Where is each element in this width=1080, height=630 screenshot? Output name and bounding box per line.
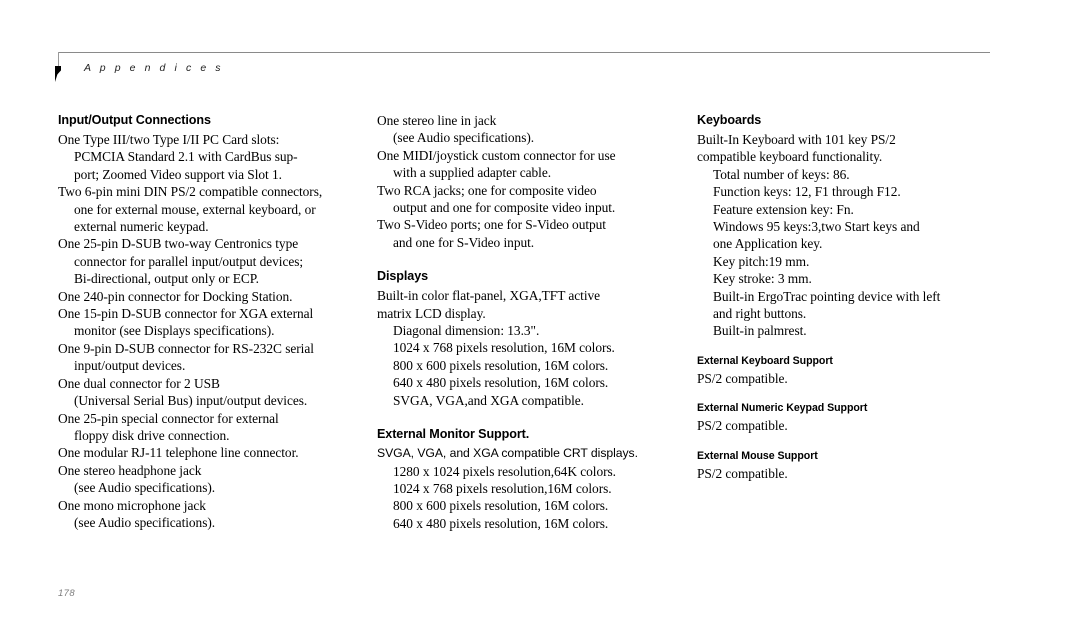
body-line: one Application key.	[713, 236, 823, 252]
body-line: Two 6-pin mini DIN PS/2 compatible conne…	[58, 184, 323, 200]
body-line: One mono microphone jack	[58, 497, 206, 513]
body-line: with a supplied adapter cable.	[393, 165, 552, 181]
body-line: Windows 95 keys:3,two Start keys and	[713, 219, 920, 235]
body-line: monitor (see Displays specifications).	[74, 323, 275, 339]
body-line: Two S-Video ports; one for S-Video outpu…	[377, 217, 606, 233]
body-line: One Type III/two Type I/II PC Card slots…	[58, 132, 280, 147]
body-line: 1280 x 1024 pixels resolution,64K colors…	[393, 463, 616, 479]
body-line: PCMCIA Standard 2.1 with CardBus sup-	[74, 149, 298, 165]
body-line: matrix LCD display.	[377, 305, 486, 321]
body-line: compatible keyboard functionality.	[697, 149, 883, 165]
body-line: One MIDI/joystick custom connector for u…	[377, 147, 616, 163]
body-line: port; Zoomed Video support via Slot 1.	[74, 166, 282, 182]
body-line: 640 x 480 pixels resolution, 16M colors.	[393, 375, 609, 391]
body-line: one for external mouse, external keyboar…	[74, 201, 316, 217]
body-line: floppy disk drive connection.	[74, 427, 230, 443]
body-line: One 9-pin D-SUB connector for RS-232C se…	[58, 340, 314, 356]
body-line: Two RCA jacks; one for composite video	[377, 182, 597, 198]
document-page: A p p e n d i c e s Input/Output Connect…	[0, 0, 1080, 630]
body-line: One 25-pin D-SUB two-way Centronics type	[58, 236, 299, 252]
column-three: Keyboards Built-In Keyboard with 101 key…	[697, 112, 997, 482]
body-line: Feature extension key: Fn.	[713, 201, 854, 217]
body-line: SVGA, VGA, and XGA compatible CRT displa…	[377, 446, 638, 461]
body-line: (Universal Serial Bus) input/output devi…	[74, 393, 308, 409]
body-line: One 25-pin special connector for externa…	[58, 410, 279, 426]
body-line: Built-in palmrest.	[713, 323, 807, 339]
body-line: Function keys: 12, F1 through F12.	[713, 184, 901, 200]
body-line: One dual connector for 2 USB	[58, 375, 220, 391]
page-number: 178	[58, 588, 76, 599]
body-line: (see Audio specifications).	[393, 130, 535, 146]
body-line: Built-In Keyboard with 101 key PS/2	[697, 132, 896, 147]
heading-external-numeric-keypad-support: External Numeric Keypad Support	[697, 402, 868, 415]
body-line: One stereo headphone jack	[58, 462, 202, 478]
body-line: One stereo line in jack	[377, 113, 497, 128]
body-line: 640 x 480 pixels resolution, 16M colors.	[393, 515, 609, 531]
body-line: 800 x 600 pixels resolution, 16M colors.	[393, 357, 609, 373]
header-rule	[58, 52, 990, 53]
body-line: connector for parallel input/output devi…	[74, 253, 304, 269]
body-line: SVGA, VGA,and XGA compatible.	[393, 392, 584, 408]
body-line: 1024 x 768 pixels resolution, 16M colors…	[393, 340, 615, 356]
heading-external-keyboard-support: External Keyboard Support	[697, 354, 833, 367]
heading-external-mouse-support: External Mouse Support	[697, 449, 818, 462]
body-line: Built-in color flat-panel, XGA,TFT activ…	[377, 288, 601, 304]
heading-displays: Displays	[377, 269, 429, 284]
body-line: PS/2 compatible.	[697, 465, 788, 481]
body-line: external numeric keypad.	[74, 219, 209, 235]
body-line: One 15-pin D-SUB connector for XGA exter…	[58, 306, 314, 322]
body-line: Key pitch:19 mm.	[713, 253, 810, 269]
body-line: Built-in ErgoTrac pointing device with l…	[713, 288, 941, 304]
body-line: One 240-pin connector for Docking Statio…	[58, 288, 293, 304]
body-line: 800 x 600 pixels resolution, 16M colors.	[393, 498, 609, 514]
heading-keyboards: Keyboards	[697, 113, 762, 127]
running-header: A p p e n d i c e s	[55, 52, 990, 86]
body-line: Diagonal dimension: 13.3".	[393, 323, 540, 339]
body-line: Total number of keys: 86.	[713, 166, 850, 182]
body-line: PS/2 compatible.	[697, 418, 788, 434]
heading-external-monitor-support: External Monitor Support.	[377, 427, 530, 442]
header-title: A p p e n d i c e s	[84, 62, 224, 74]
body-line: (see Audio specifications).	[74, 514, 216, 530]
body-line: and one for S-Video input.	[393, 234, 535, 250]
column-one: Input/Output Connections One Type III/tw…	[58, 112, 358, 531]
heading-input-output-connections: Input/Output Connections	[58, 113, 211, 127]
body-line: Key stroke: 3 mm.	[713, 271, 812, 287]
body-line: PS/2 compatible.	[697, 370, 788, 386]
column-two: One stereo line in jack (see Audio speci…	[377, 112, 677, 532]
body-line: Bi-directional, output only or ECP.	[74, 271, 259, 287]
body-line: 1024 x 768 pixels resolution,16M colors.	[393, 480, 612, 496]
body-line: and right buttons.	[713, 306, 807, 322]
flag-marker-icon	[55, 66, 64, 82]
body-line: (see Audio specifications).	[74, 480, 216, 496]
body-line: input/output devices.	[74, 358, 186, 374]
body-line: output and one for composite video input…	[393, 200, 616, 216]
body-line: One modular RJ-11 telephone line connect…	[58, 445, 299, 461]
